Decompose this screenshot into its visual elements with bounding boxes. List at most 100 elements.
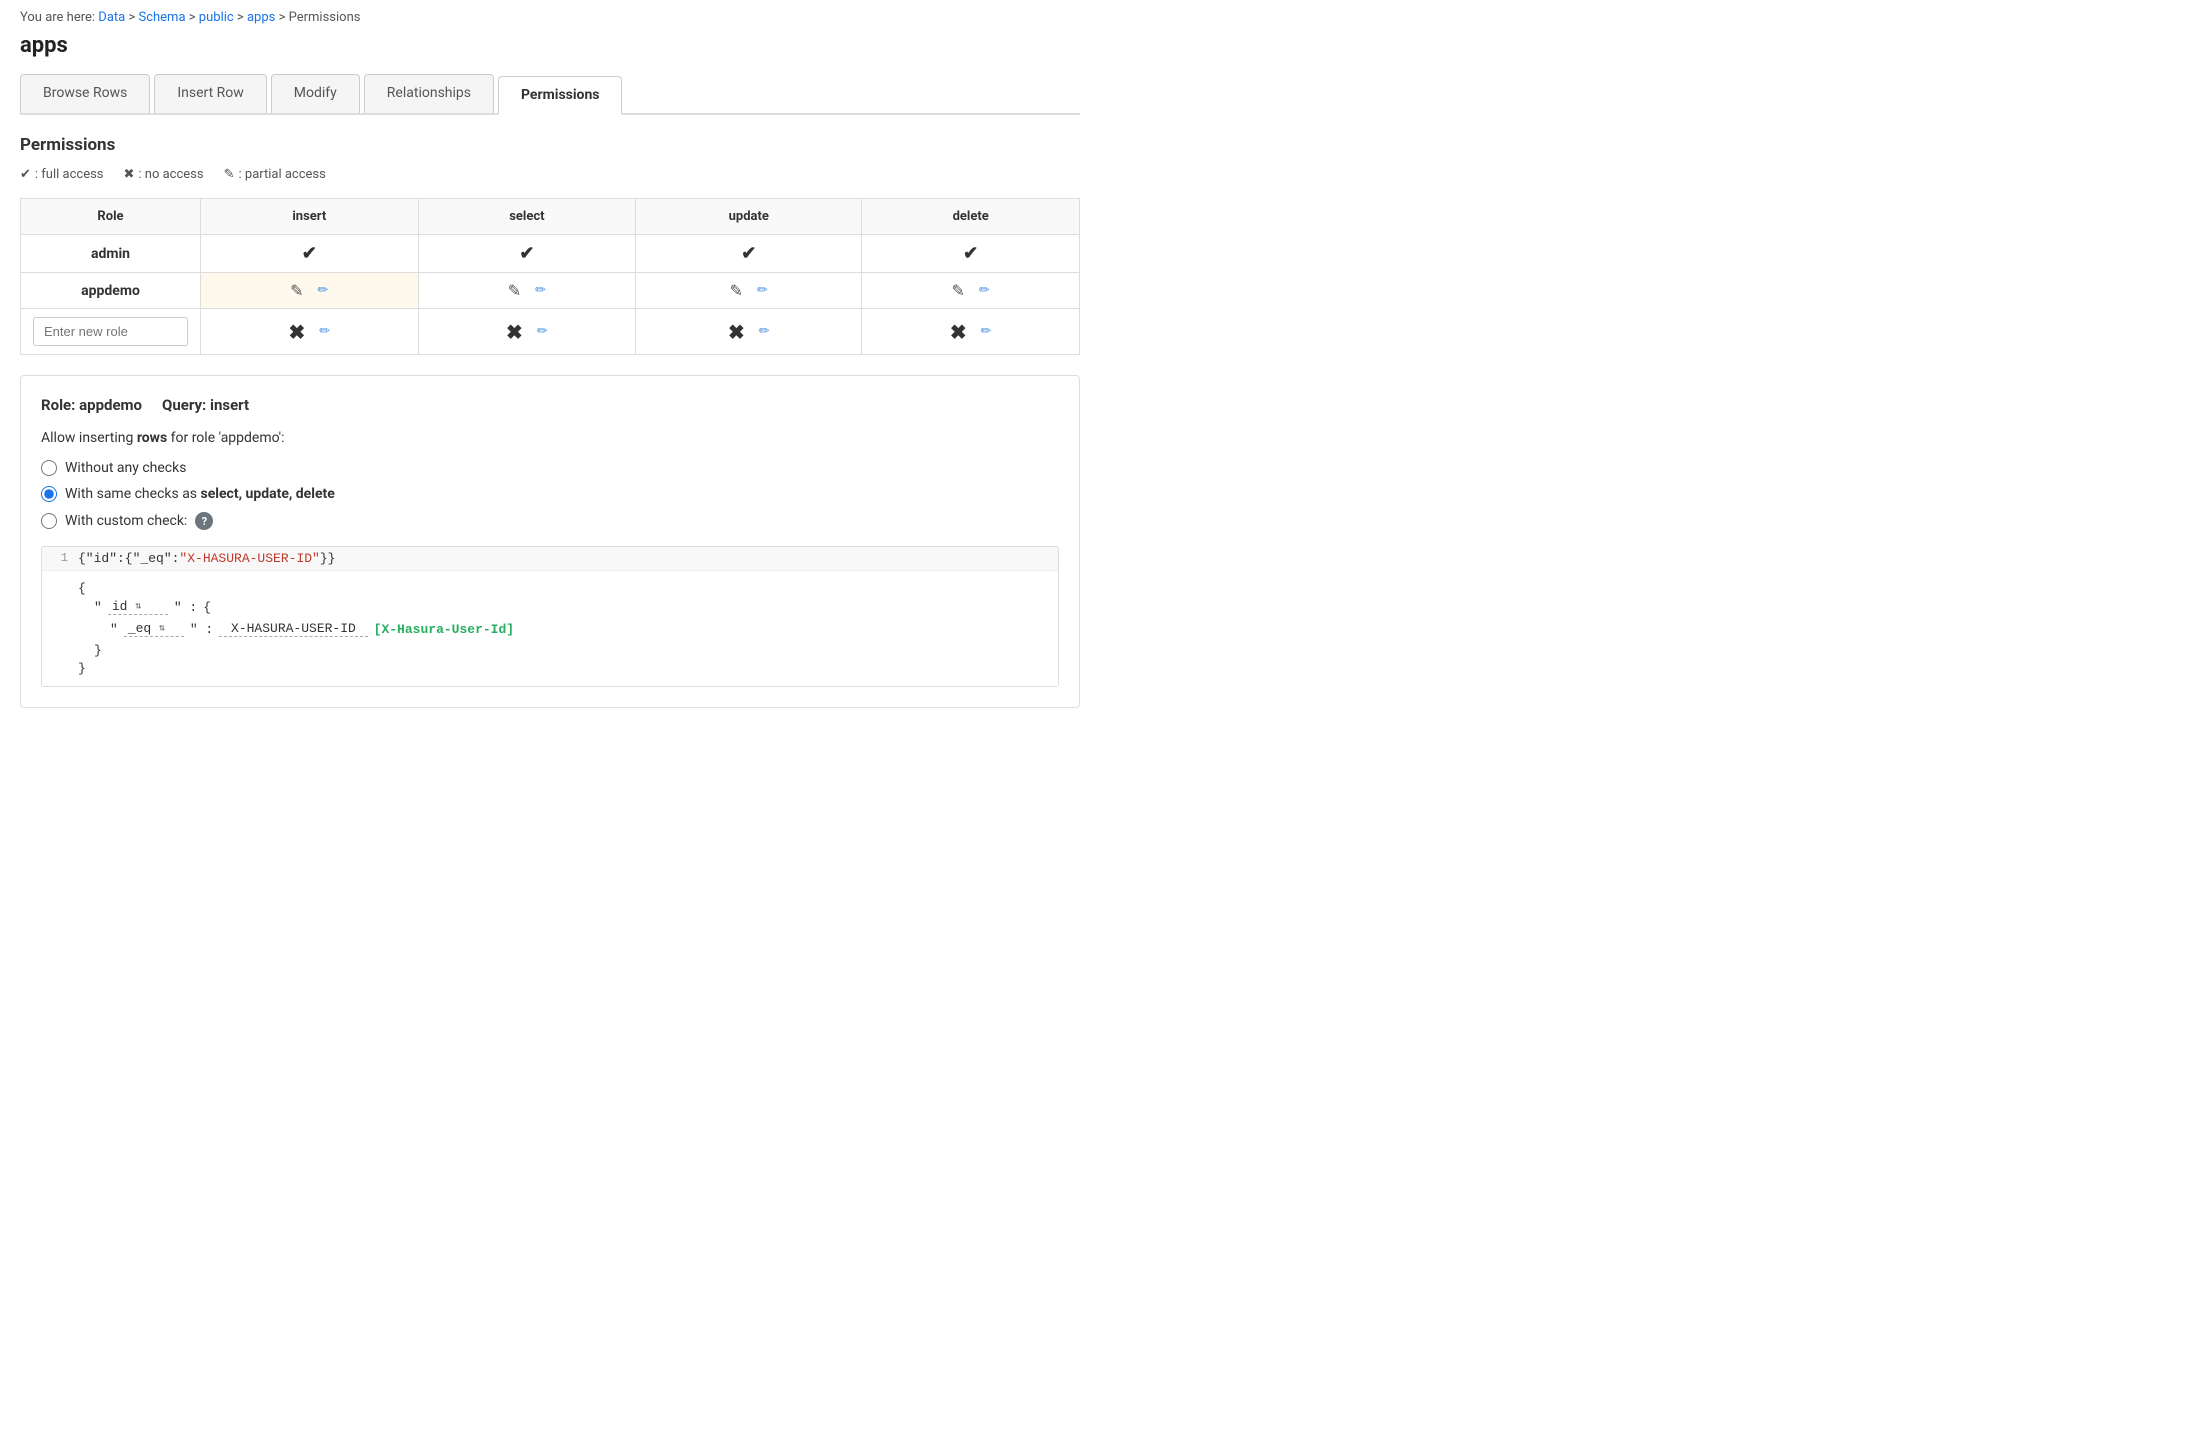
full-access-symbol: ✔ — [20, 167, 31, 182]
col-header-update: update — [636, 199, 862, 235]
detail-role-label: Role: appdemo — [41, 396, 142, 414]
new-role-insert[interactable]: ✖ ✏ — [201, 309, 419, 355]
code-field-open-brace: { — [203, 600, 211, 615]
option-no-checks[interactable]: Without any checks — [41, 460, 1059, 476]
radio-custom-check[interactable] — [41, 513, 57, 529]
no-access-symbol: ✖ — [124, 167, 135, 182]
tab-browse-rows[interactable]: Browse Rows — [20, 74, 150, 113]
new-role-delete-edit-icon[interactable]: ✏ — [981, 324, 992, 339]
code-id-select[interactable]: id ⇅ — [108, 599, 168, 615]
detail-description: Allow inserting rows for role 'appdemo': — [41, 430, 1059, 446]
col-header-delete: delete — [862, 199, 1080, 235]
breadcrumb-public[interactable]: public — [199, 10, 234, 25]
col-header-select: select — [418, 199, 636, 235]
radio-no-checks[interactable] — [41, 460, 57, 476]
col-header-insert: insert — [201, 199, 419, 235]
breadcrumb-prefix: You are here: — [20, 10, 95, 25]
appdemo-select[interactable]: ✎ ✏ — [418, 273, 636, 309]
legend-no-access: ✖ : no access — [124, 167, 204, 182]
admin-update-check: ✔ — [741, 243, 756, 264]
appdemo-update-partial-icon: ✎ — [730, 281, 743, 300]
appdemo-update[interactable]: ✎ ✏ — [636, 273, 862, 309]
full-access-text: : full access — [35, 167, 104, 182]
code-line-1: 1 {"id":{"_eq":"X-HASURA-USER-ID"}} — [42, 547, 1058, 571]
code-close-brace: } — [78, 661, 1044, 676]
code-line-1-text: {"id":{"_eq":"X-HASURA-USER-ID"}} — [78, 551, 335, 566]
role-appdemo: appdemo — [21, 273, 201, 309]
partial-access-symbol: ✎ — [224, 167, 235, 182]
table-row-admin: admin ✔ ✔ ✔ ✔ — [21, 235, 1080, 273]
tab-modify[interactable]: Modify — [271, 74, 360, 113]
label-no-checks: Without any checks — [65, 460, 186, 476]
tab-insert-row[interactable]: Insert Row — [154, 74, 266, 113]
page-title: apps — [20, 33, 1080, 58]
new-role-cell[interactable] — [21, 309, 201, 355]
admin-insert: ✔ — [201, 235, 419, 273]
code-value-select[interactable]: X-HASURA-USER-ID — [219, 621, 367, 637]
radio-same-checks[interactable] — [41, 486, 57, 502]
code-sub-colon: " : — [190, 622, 213, 637]
code-string-value: "X-HASURA-USER-ID" — [179, 551, 319, 566]
code-eq-select[interactable]: _eq ⇅ — [124, 621, 184, 637]
tab-permissions[interactable]: Permissions — [498, 76, 622, 115]
label-custom-check: With custom check: — [65, 513, 187, 529]
table-row-new-role: ✖ ✏ ✖ ✏ ✖ ✏ — [21, 309, 1080, 355]
new-role-input[interactable] — [33, 317, 188, 346]
appdemo-delete-partial-icon: ✎ — [952, 281, 965, 300]
code-tag-pill[interactable]: [X-Hasura-User-Id] — [374, 622, 514, 637]
admin-select: ✔ — [418, 235, 636, 273]
new-role-update-cross: ✖ — [728, 320, 745, 344]
help-icon[interactable]: ? — [195, 512, 213, 530]
code-sub-close: } — [94, 643, 102, 658]
new-role-update-edit-icon[interactable]: ✏ — [759, 324, 770, 339]
code-sub-key-start: " — [110, 622, 118, 637]
admin-delete-check: ✔ — [963, 243, 978, 264]
legend-full-access: ✔ : full access — [20, 167, 104, 182]
breadcrumb-current: Permissions — [289, 10, 361, 25]
new-role-select[interactable]: ✖ ✏ — [418, 309, 636, 355]
appdemo-delete[interactable]: ✎ ✏ — [862, 273, 1080, 309]
new-role-delete[interactable]: ✖ ✏ — [862, 309, 1080, 355]
code-field-row: " id ⇅ " : { — [94, 596, 1044, 618]
partial-access-text: : partial access — [239, 167, 326, 182]
appdemo-select-edit-icon[interactable]: ✏ — [535, 283, 546, 298]
new-role-select-edit-icon[interactable]: ✏ — [537, 324, 548, 339]
admin-delete: ✔ — [862, 235, 1080, 273]
detail-query-label: Query: insert — [162, 396, 249, 414]
new-role-update[interactable]: ✖ ✏ — [636, 309, 862, 355]
code-editor[interactable]: 1 {"id":{"_eq":"X-HASURA-USER-ID"}} { " … — [41, 546, 1059, 687]
admin-select-check: ✔ — [519, 243, 534, 264]
permissions-section-title: Permissions — [20, 135, 1080, 155]
permissions-legend: ✔ : full access ✖ : no access ✎ : partia… — [20, 167, 1080, 182]
radio-options-container: Without any checks With same checks as s… — [41, 460, 1059, 530]
label-same-checks: With same checks as select, update, dele… — [65, 486, 335, 502]
legend-partial-access: ✎ : partial access — [224, 167, 326, 182]
tab-relationships[interactable]: Relationships — [364, 74, 494, 113]
option-custom-check[interactable]: With custom check: ? — [41, 512, 1059, 530]
permissions-table: Role insert select update delete admin ✔… — [20, 198, 1080, 355]
option-same-checks[interactable]: With same checks as select, update, dele… — [41, 486, 1059, 502]
detail-panel: Role: appdemo Query: insert Allow insert… — [20, 375, 1080, 708]
no-access-text: : no access — [138, 167, 203, 182]
table-row-appdemo: appdemo ✎ ✏ ✎ ✏ ✎ ✏ — [21, 273, 1080, 309]
breadcrumb-apps[interactable]: apps — [247, 10, 275, 25]
role-admin: admin — [21, 235, 201, 273]
appdemo-update-edit-icon[interactable]: ✏ — [757, 283, 768, 298]
new-role-insert-edit-icon[interactable]: ✏ — [319, 324, 330, 339]
appdemo-select-partial-icon: ✎ — [508, 281, 521, 300]
breadcrumb-data[interactable]: Data — [98, 10, 125, 25]
tabs-container: Browse Rows Insert Row Modify Relationsh… — [20, 74, 1080, 115]
appdemo-insert-partial-icon: ✎ — [290, 281, 303, 300]
breadcrumb-schema[interactable]: Schema — [138, 10, 185, 25]
appdemo-insert-edit-icon[interactable]: ✏ — [318, 283, 329, 298]
detail-header: Role: appdemo Query: insert — [41, 396, 1059, 414]
new-role-delete-cross: ✖ — [950, 320, 967, 344]
admin-update: ✔ — [636, 235, 862, 273]
code-sub-row: " _eq ⇅ " : X-HASURA-USER-ID [X-Hasura-U… — [110, 618, 1044, 640]
appdemo-delete-edit-icon[interactable]: ✏ — [979, 283, 990, 298]
col-header-role: Role — [21, 199, 201, 235]
code-field-key-end: " : — [174, 600, 197, 615]
breadcrumb: You are here: Data > Schema > public > a… — [20, 10, 1080, 25]
code-body: { " id ⇅ " : { " _eq ⇅ " : X-HASURA-USER… — [42, 571, 1058, 686]
appdemo-insert[interactable]: ✎ ✏ — [201, 273, 419, 309]
